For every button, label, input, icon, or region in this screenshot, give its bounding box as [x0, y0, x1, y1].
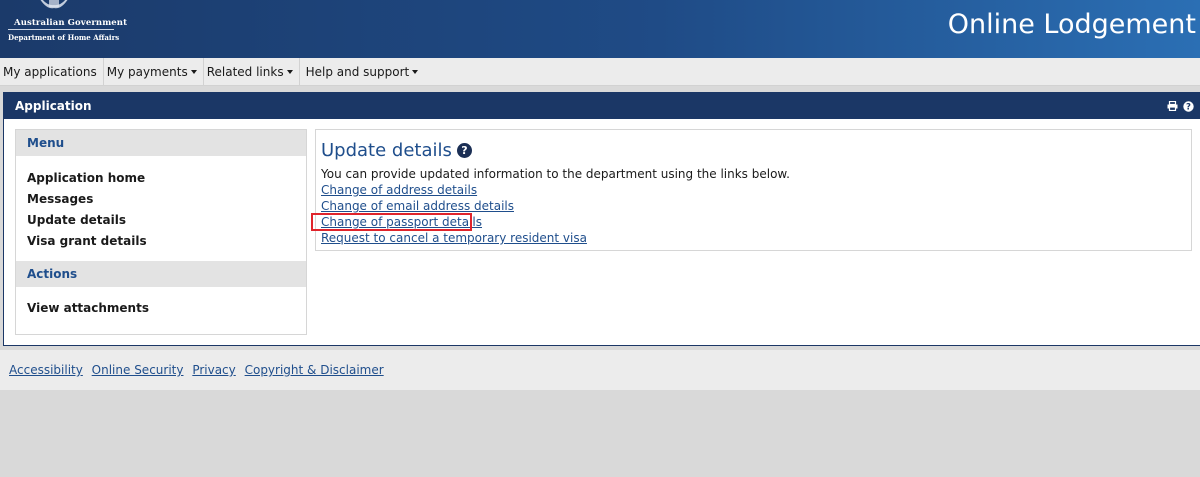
footer-link-accessibility[interactable]: Accessibility	[9, 363, 83, 377]
panel-title: Application	[15, 99, 92, 113]
page-title-text: Update details	[321, 139, 452, 161]
nav-label: Help and support	[305, 64, 410, 79]
footer-link-online-security[interactable]: Online Security	[92, 363, 184, 377]
government-name: Australian Government	[14, 18, 128, 28]
intro-text: You can provide updated information to t…	[321, 167, 790, 181]
side-menu: Menu Application home Messages Update de…	[15, 129, 307, 335]
application-panel: Application ? Menu Application home Mess…	[3, 92, 1200, 346]
link-change-passport[interactable]: Change of passport details	[321, 215, 482, 229]
page-title: Update details ?	[321, 137, 1191, 163]
department-name: Department of Home Affairs	[8, 33, 120, 42]
actions-heading: Actions	[16, 261, 306, 287]
menu-item-messages[interactable]: Messages	[27, 189, 306, 210]
link-change-email[interactable]: Change of email address details	[321, 199, 514, 213]
action-view-attachments[interactable]: View attachments	[27, 298, 306, 319]
update-links: Change of address details Change of emai…	[311, 182, 1191, 246]
menu-heading: Menu	[16, 130, 306, 156]
menu-item-visa-grant-details[interactable]: Visa grant details	[27, 231, 306, 252]
panel-tools: ?	[1167, 100, 1200, 112]
actions-list: View attachments	[16, 287, 306, 328]
footer-link-copyright-disclaimer[interactable]: Copyright & Disclaimer	[245, 363, 384, 377]
government-divider	[8, 29, 114, 30]
nav-related-links[interactable]: Related links	[204, 58, 300, 85]
caret-down-icon	[190, 69, 197, 74]
caret-down-icon	[286, 69, 293, 74]
help-icon[interactable]: ?	[1183, 100, 1194, 112]
menu-item-application-home[interactable]: Application home	[27, 168, 306, 189]
nav-label: My applications	[3, 64, 97, 79]
menu-list: Application home Messages Update details…	[16, 156, 306, 261]
panel-header: Application ?	[4, 93, 1200, 119]
update-details-section: Update details ? You can provide updated…	[311, 129, 1192, 251]
nav-label: My payments	[106, 64, 188, 79]
site-title: Online Lodgement	[947, 9, 1196, 40]
nav-label: Related links	[206, 64, 284, 79]
footer-link-privacy[interactable]: Privacy	[192, 363, 235, 377]
caret-down-icon	[412, 69, 419, 74]
menu-item-update-details[interactable]: Update details	[27, 210, 306, 231]
site-header: Australian Government Department of Home…	[0, 0, 1200, 58]
site-footer: Accessibility Online Security Privacy Co…	[0, 350, 1200, 390]
nav-my-applications[interactable]: My applications	[0, 58, 104, 85]
main-nav: My applications My payments Related link…	[0, 58, 1200, 86]
help-icon[interactable]: ?	[456, 142, 472, 158]
svg-text:?: ?	[1186, 102, 1191, 111]
coat-of-arms-icon	[40, 0, 68, 9]
link-cancel-visa[interactable]: Request to cancel a temporary resident v…	[321, 231, 587, 245]
print-icon[interactable]	[1167, 101, 1178, 111]
nav-help-and-support[interactable]: Help and support	[300, 58, 425, 85]
link-change-address[interactable]: Change of address details	[321, 183, 477, 197]
highlighted-item: Change of passport details	[311, 213, 1191, 231]
nav-my-payments[interactable]: My payments	[104, 58, 204, 85]
